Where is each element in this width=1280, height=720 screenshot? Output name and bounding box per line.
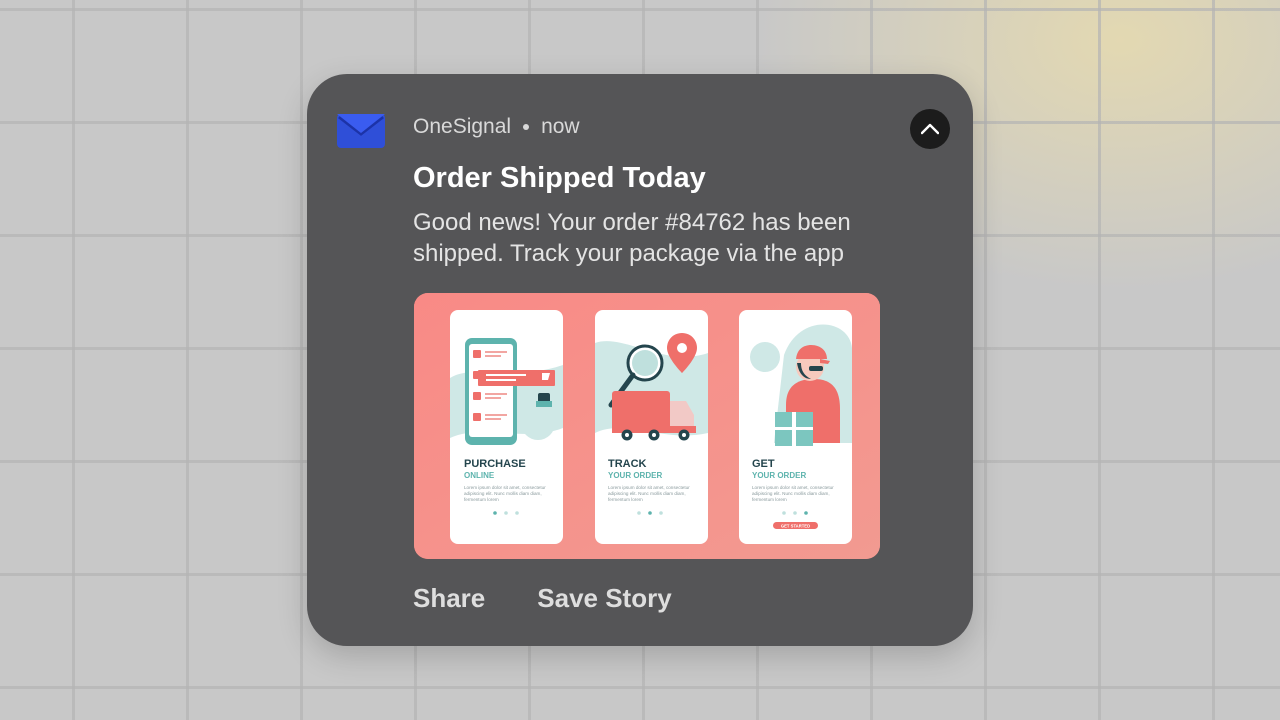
notification-meta: OneSignal now — [413, 115, 580, 139]
screen-text: adipiscing elit. Nunc mollis diam diam, — [752, 491, 830, 496]
screen-text: Lorem ipsum dolor sit amet, consectetur — [608, 485, 690, 490]
screen-subtitle: YOUR ORDER — [752, 471, 806, 480]
notification-body: Good news! Your order #84762 has been sh… — [413, 209, 851, 267]
screen-subtitle: YOUR ORDER — [608, 471, 662, 480]
screen-get: GET YOUR ORDER Lorem ipsum dolor sit ame… — [739, 310, 852, 544]
screen-title: GET — [752, 458, 775, 470]
screen-text: fermentum lorem — [464, 497, 499, 502]
notification-image[interactable]: PURCHASE ONLINE Lorem ipsum dolor sit am… — [414, 293, 880, 559]
save-story-button[interactable]: Save Story — [537, 583, 671, 614]
notification-title: Order Shipped Today — [413, 162, 706, 194]
screen-title: TRACK — [608, 458, 647, 470]
share-button[interactable]: Share — [413, 583, 485, 614]
screen-text: fermentum lorem — [608, 497, 643, 502]
screen-subtitle: ONLINE — [464, 471, 495, 480]
screen-text: adipiscing elit. Nunc mollis diam diam, — [608, 491, 686, 496]
app-name: OneSignal — [413, 115, 512, 138]
get-started-label: GET STARTED — [781, 523, 810, 528]
screen-text: Lorem ipsum dolor sit amet, consectetur — [464, 485, 546, 490]
screen-purchase: PURCHASE ONLINE Lorem ipsum dolor sit am… — [450, 310, 563, 544]
timestamp: now — [541, 115, 580, 138]
mail-envelope-icon — [337, 114, 385, 148]
notification-actions: Share Save Story — [413, 583, 672, 614]
separator-dot — [523, 124, 530, 130]
chevron-up-icon — [921, 123, 939, 135]
notification-card[interactable]: OneSignal now Order Shipped Today Good n… — [307, 74, 973, 646]
screen-text: adipiscing elit. Nunc mollis diam diam, — [464, 491, 542, 496]
collapse-button[interactable] — [910, 109, 950, 149]
screen-track: TRACK YOUR ORDER Lorem ipsum dolor sit a… — [595, 310, 708, 544]
onboarding-illustration: PURCHASE ONLINE Lorem ipsum dolor sit am… — [414, 293, 880, 559]
screen-text: Lorem ipsum dolor sit amet, consectetur — [752, 485, 834, 490]
screen-text: fermentum lorem — [752, 497, 787, 502]
screen-title: PURCHASE — [464, 458, 526, 470]
